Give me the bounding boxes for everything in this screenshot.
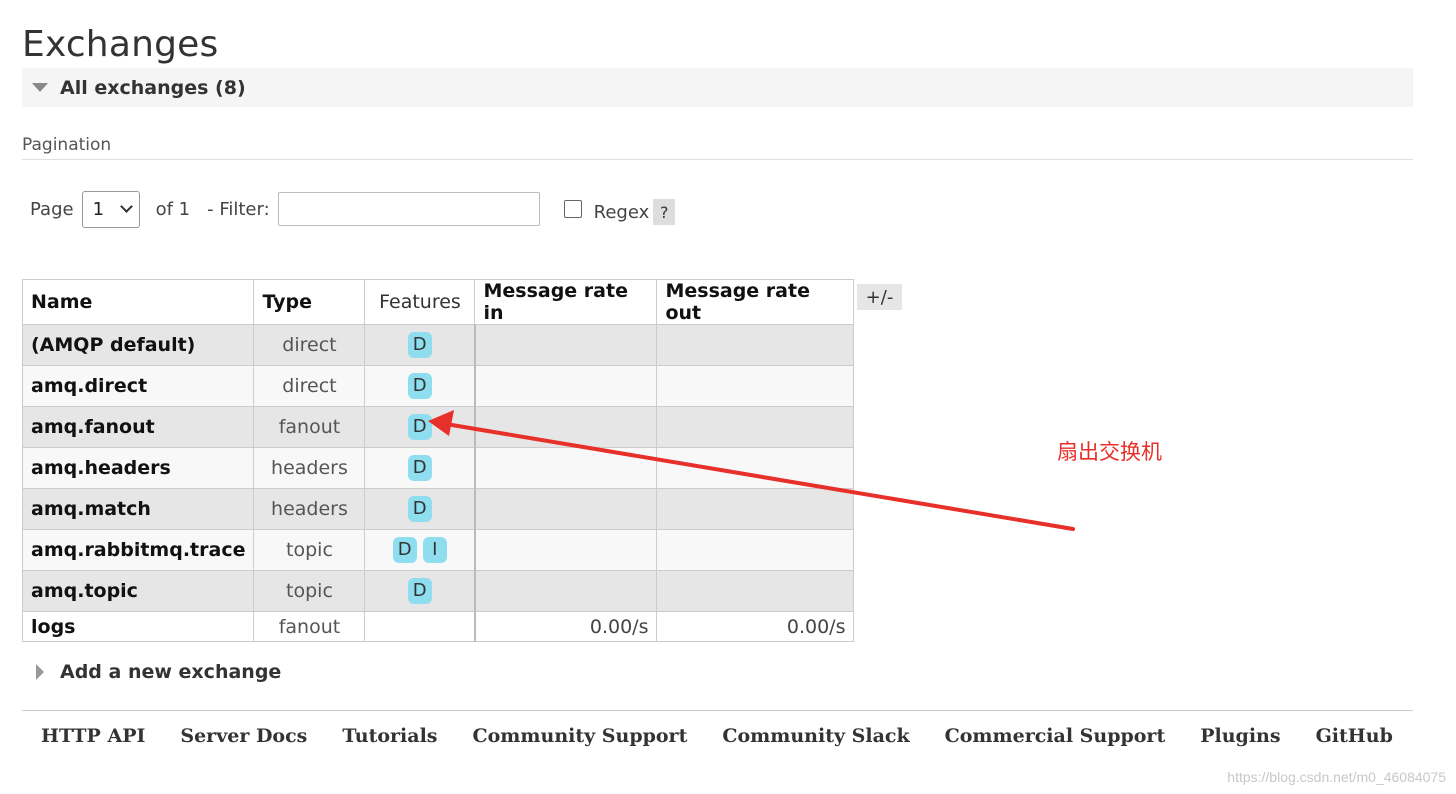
footer-link[interactable]: Commercial Support: [945, 725, 1166, 747]
message-rate-out: [656, 488, 855, 530]
column-header-rate-in[interactable]: Message rate in: [474, 279, 658, 325]
exchange-name-link[interactable]: amq.topic: [21, 570, 255, 612]
expand-triangle-icon: [36, 664, 44, 680]
exchange-name-link[interactable]: amq.match: [21, 488, 255, 530]
footer-links: HTTP API Server Docs Tutorials Community Su…: [22, 710, 1413, 747]
exchange-features: D: [364, 365, 476, 407]
footer-link[interactable]: Community Slack: [722, 725, 909, 747]
section-title: All exchanges (8): [60, 76, 246, 99]
toggle-columns-button[interactable]: +/-: [857, 284, 902, 310]
message-rate-out: [656, 324, 855, 366]
page-select[interactable]: 1: [81, 190, 140, 228]
table-row[interactable]: (AMQP default) direct D: [21, 324, 855, 366]
exchange-type: topic: [253, 570, 366, 612]
page-count-text: of 1: [155, 198, 191, 220]
exchange-name-link[interactable]: (AMQP default): [21, 324, 255, 366]
exchange-features: DI: [364, 529, 476, 571]
exchange-features: D: [364, 447, 476, 489]
message-rate-in: [474, 570, 658, 612]
exchange-type: direct: [253, 365, 366, 407]
table-row[interactable]: amq.rabbitmq.trace topic D I: [21, 529, 855, 571]
message-rate-out: [656, 447, 855, 489]
watermark: https://blog.csdn.net/m0_46084075: [1227, 769, 1446, 785]
chevron-down-icon: [119, 200, 133, 213]
exchange-type: direct: [253, 324, 366, 366]
pagination-controls: Page 1 of 1 - Filter: Regex ?: [30, 190, 676, 228]
message-rate-out: [656, 570, 855, 612]
footer-link[interactable]: Server Docs: [180, 725, 307, 747]
table-row[interactable]: amq.headers headers D: [21, 447, 855, 489]
exchange-type: fanout: [253, 406, 366, 448]
footer-link[interactable]: Plugins: [1200, 725, 1280, 747]
table-row[interactable]: amq.match headers D: [21, 488, 855, 530]
message-rate-in: [474, 324, 658, 366]
exchange-features: D: [364, 488, 476, 530]
message-rate-in: [474, 447, 658, 489]
footer-link[interactable]: Tutorials: [342, 725, 437, 747]
message-rate-in: 0.00/s: [474, 611, 658, 642]
table-row[interactable]: amq.topic topic D: [21, 570, 855, 612]
message-rate-in: [474, 406, 658, 448]
filter-label: - Filter:: [207, 198, 270, 220]
message-rate-in: [474, 365, 658, 407]
exchange-type: headers: [253, 488, 366, 530]
table-row[interactable]: amq.direct direct D: [21, 365, 855, 407]
message-rate-in: [474, 488, 658, 530]
exchange-features: [364, 611, 476, 642]
exchange-type: headers: [253, 447, 366, 489]
footer-link[interactable]: GitHub: [1316, 725, 1393, 747]
exchange-name-link[interactable]: amq.fanout: [21, 406, 255, 448]
column-header-features: Features: [364, 279, 476, 325]
collapse-triangle-icon: [32, 83, 48, 92]
regex-help-button[interactable]: ?: [653, 199, 676, 225]
table-header-row: Name Type Features Message rate in Messa…: [21, 279, 855, 325]
table-row[interactable]: amq.fanout fanout D: [21, 406, 855, 448]
pagination-heading: Pagination: [22, 135, 1413, 160]
feature-badge: D: [407, 332, 432, 358]
table-row[interactable]: logs fanout 0.00/s 0.00/s: [21, 611, 855, 642]
column-header-rate-out[interactable]: Message rate out: [656, 279, 855, 325]
feature-badge: D: [407, 496, 432, 522]
annotation-label: 扇出交换机: [1057, 440, 1162, 464]
exchange-name-link[interactable]: amq.headers: [21, 447, 255, 489]
feature-badge: I: [422, 537, 447, 563]
filter-input[interactable]: [277, 192, 540, 226]
column-header-name[interactable]: Name: [21, 279, 255, 325]
page-title: Exchanges: [22, 24, 219, 65]
feature-badge: D: [392, 537, 417, 563]
message-rate-out: [656, 529, 855, 571]
footer-link[interactable]: Community Support: [473, 725, 688, 747]
regex-checkbox[interactable]: [563, 200, 582, 218]
exchange-features: D: [364, 324, 476, 366]
feature-badge: D: [407, 373, 432, 399]
exchanges-table: Name Type Features Message rate in Messa…: [21, 279, 855, 642]
exchange-features: D: [364, 570, 476, 612]
exchange-name-link[interactable]: amq.direct: [21, 365, 255, 407]
message-rate-out: [656, 365, 855, 407]
message-rate-in: [474, 529, 658, 571]
message-rate-out: [656, 406, 855, 448]
exchange-name-link[interactable]: amq.rabbitmq.trace: [21, 529, 255, 571]
add-exchange-section-toggle[interactable]: Add a new exchange: [36, 661, 281, 683]
exchange-features: D: [364, 406, 476, 448]
all-exchanges-section-toggle[interactable]: All exchanges (8): [22, 68, 1413, 107]
regex-label: Regex: [593, 201, 650, 223]
feature-badge: D: [407, 578, 432, 604]
feature-badge: D: [407, 455, 432, 481]
add-exchange-title: Add a new exchange: [60, 661, 282, 683]
message-rate-out: 0.00/s: [656, 611, 855, 642]
exchange-type: topic: [253, 529, 366, 571]
column-header-type[interactable]: Type: [253, 279, 366, 325]
exchange-type: fanout: [253, 611, 366, 642]
footer-link[interactable]: HTTP API: [41, 725, 145, 747]
feature-badge: D: [407, 414, 432, 440]
page-label: Page: [30, 198, 74, 220]
exchange-name-link[interactable]: logs: [21, 611, 255, 642]
page-select-value: 1: [92, 198, 105, 220]
